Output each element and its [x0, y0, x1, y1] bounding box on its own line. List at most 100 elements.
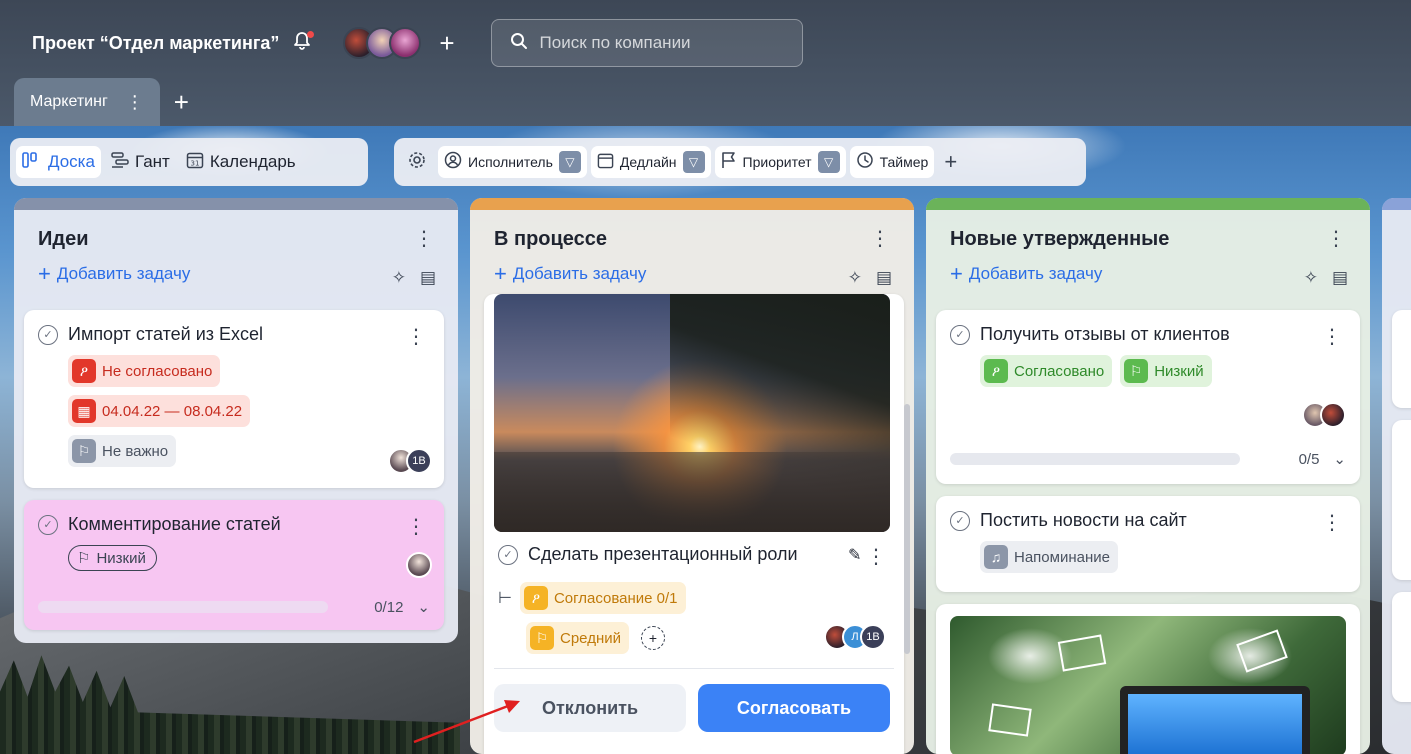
filter-deadline[interactable]: Дедлайн ▽	[590, 146, 711, 178]
add-filter-icon[interactable]: +	[938, 149, 963, 175]
view-board-button[interactable]: Доска	[16, 146, 101, 178]
add-tag-plus-icon[interactable]: +	[640, 626, 665, 650]
template-icon[interactable]: ▤	[420, 268, 436, 288]
flag-icon: ⚐	[77, 550, 91, 567]
approval-status-tag[interactable]: ዖ Согласовано	[980, 355, 1113, 387]
avatar[interactable]	[406, 552, 432, 578]
priority-tag[interactable]: ⚐ Низкий	[1120, 355, 1212, 387]
approve-button[interactable]: Согласовать	[698, 684, 890, 732]
approval-icon: ዖ	[984, 359, 1008, 383]
annotation-arrow	[413, 700, 520, 744]
task-card[interactable]: ✓ Импорт статей из Excel ⋮ ዖ Не согласов…	[24, 310, 444, 488]
task-title: Сделать презентационный роли	[528, 544, 798, 564]
task-card[interactable]	[1392, 420, 1411, 580]
search-input[interactable]: Поиск по компании	[490, 19, 803, 67]
view-calendar-button[interactable]: 31 Календарь	[180, 145, 302, 179]
card-menu-icon[interactable]: ⋮	[406, 324, 426, 349]
project-members[interactable]	[343, 27, 422, 59]
envelope-icon	[988, 703, 1032, 737]
card-menu-icon[interactable]: ⋮	[1322, 324, 1342, 349]
add-task-button[interactable]: + Добавить задачу	[950, 261, 1346, 287]
check-circle-icon[interactable]: ✓	[38, 514, 58, 535]
task-card[interactable]	[1392, 310, 1411, 408]
tab-marketing[interactable]: Маркетинг ⋮	[14, 78, 160, 126]
funnel-icon[interactable]: ▽	[817, 151, 840, 173]
add-task-button[interactable]: + Добавить задачу	[494, 261, 890, 287]
task-title: Постить новости на сайт	[980, 510, 1187, 530]
priority-row: ⚐ Средний +	[526, 622, 665, 654]
filter-timer[interactable]: Таймер	[849, 146, 935, 178]
card-assignees[interactable]	[1302, 402, 1346, 428]
column-menu-icon[interactable]: ⋮	[414, 226, 434, 251]
card-menu-icon[interactable]: ⋮	[406, 514, 426, 539]
priority-tag[interactable]: ⚐ Не важно	[68, 435, 177, 467]
add-task-label: Добавить задачу	[512, 264, 647, 283]
puzzle-icon[interactable]: ✧	[1304, 268, 1318, 288]
column-tools: ✧ ▤	[392, 268, 436, 288]
progress-bar	[38, 601, 328, 613]
edit-pencil-icon[interactable]: ✎	[848, 545, 861, 565]
chevron-down-icon[interactable]: ⌄	[417, 598, 430, 616]
avatar[interactable]	[1320, 402, 1346, 428]
task-card[interactable]	[1392, 592, 1411, 702]
task-card[interactable]	[936, 604, 1360, 754]
card-assignees[interactable]: Л 1В	[824, 624, 886, 650]
column-new-approved: Новые утвержденные ⋮ + Добавить задачу ✧…	[926, 198, 1370, 754]
card-assignees[interactable]: 1В	[388, 448, 432, 474]
filter-priority[interactable]: Приоритет ▽	[714, 146, 846, 178]
column-accent	[470, 198, 914, 210]
column-title: Новые утвержденные	[950, 228, 1170, 250]
priority-tag[interactable]: ⚐ Низкий	[68, 545, 157, 571]
tab-menu-icon[interactable]: ⋮	[126, 92, 144, 113]
puzzle-icon[interactable]: ✧	[392, 268, 406, 288]
add-task-button[interactable]: + Добавить задачу	[38, 261, 434, 287]
divider	[494, 668, 894, 669]
progress-count: 0/5	[1298, 450, 1320, 468]
deadline-tag[interactable]: ▦ 04.04.22 — 08.04.22	[68, 395, 251, 427]
reminder-tag[interactable]: ♫ Напоминание	[980, 541, 1118, 573]
template-icon[interactable]: ▤	[1332, 268, 1348, 288]
avatar-initials[interactable]: 1В	[860, 624, 886, 650]
filter-assignee[interactable]: Исполнитель ▽	[438, 146, 587, 178]
filter-label: Дедлайн	[619, 154, 677, 170]
task-title-row: ✓ Получить отзывы от клиентов	[950, 324, 1346, 345]
check-circle-icon[interactable]: ✓	[950, 324, 970, 345]
avatar[interactable]	[389, 27, 422, 59]
column-accent	[926, 198, 1370, 210]
column-menu-icon[interactable]: ⋮	[1326, 226, 1346, 251]
task-card[interactable]: ✓ Постить новости на сайт ⋮ ♫ Напоминани…	[936, 496, 1360, 592]
notification-bell-icon[interactable]	[293, 30, 315, 56]
subtask-progress: 0/5 ⌄	[950, 450, 1346, 468]
avatar-initials[interactable]: 1В	[406, 448, 432, 474]
add-tab-icon[interactable]: +	[174, 78, 189, 126]
funnel-icon[interactable]: ▽	[682, 151, 705, 173]
filter-bar: Исполнитель ▽ Дедлайн ▽ Приоритет ▽ Тайм…	[394, 138, 1086, 186]
project-title[interactable]: Проект “Отдел маркетинга”	[32, 33, 279, 54]
search-icon	[510, 32, 528, 55]
tag-label: Согласование 0/1	[553, 589, 678, 607]
approval-status-tag[interactable]: ዖ Не согласовано	[68, 355, 221, 387]
subtasks-tree-icon[interactable]: ⊢	[498, 588, 512, 608]
task-card[interactable]: ✓ Комментирование статей ⋮ ⚐ Низкий 0/12…	[24, 500, 444, 630]
add-member-icon[interactable]: +	[439, 28, 454, 59]
template-icon[interactable]: ▤	[876, 268, 892, 288]
filter-label: Приоритет	[742, 154, 812, 170]
column-scrollbar[interactable]	[904, 404, 910, 654]
gear-icon[interactable]	[400, 151, 434, 174]
timer-icon	[856, 151, 874, 173]
check-circle-icon[interactable]: ✓	[950, 510, 970, 531]
priority-tag[interactable]: ⚐ Средний	[526, 622, 629, 654]
puzzle-icon[interactable]: ✧	[848, 268, 862, 288]
task-card[interactable]: ✓ Получить отзывы от клиентов ⋮ ዖ Соглас…	[936, 310, 1360, 484]
beach-sunset-cover-image[interactable]	[494, 294, 890, 532]
card-menu-icon[interactable]: ⋮	[866, 544, 886, 569]
check-circle-icon[interactable]: ✓	[38, 324, 58, 345]
funnel-icon[interactable]: ▽	[558, 151, 581, 173]
card-menu-icon[interactable]: ⋮	[1322, 510, 1342, 535]
column-menu-icon[interactable]: ⋮	[870, 226, 890, 251]
email-laptop-cover-image[interactable]	[950, 616, 1346, 754]
view-gantt-button[interactable]: Гант	[105, 146, 176, 178]
check-circle-icon[interactable]: ✓	[498, 544, 518, 565]
chevron-down-icon[interactable]: ⌄	[1333, 450, 1346, 468]
approval-status-tag[interactable]: ዖ Согласование 0/1	[519, 582, 686, 614]
